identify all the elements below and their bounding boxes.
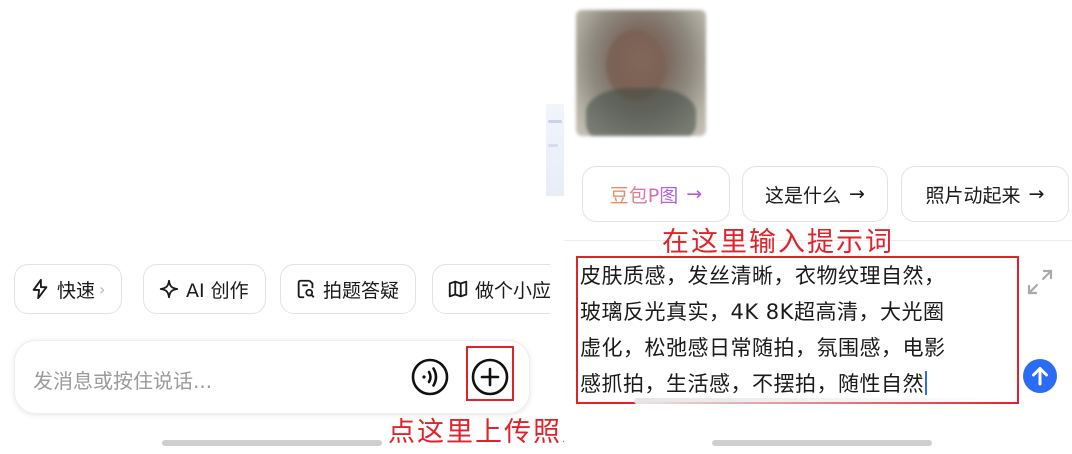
arrow-right-icon: →	[686, 183, 703, 205]
voice-call-button[interactable]	[410, 357, 450, 397]
right-chat-panel: 豆包P图 → 这是什么 → 照片动起来 → 在这里输入提示词 皮肤质感，发丝清晰…	[564, 0, 1072, 454]
sparkle-icon	[158, 278, 180, 300]
send-arrow-up-icon	[1023, 359, 1057, 393]
scan-doc-icon	[295, 278, 317, 300]
lightning-icon	[29, 278, 51, 300]
voice-wave-icon	[411, 358, 449, 396]
suggestion-animate-photo[interactable]: 照片动起来 →	[901, 166, 1069, 222]
chip-mini-app-label: 做个小应	[475, 279, 550, 302]
message-input-box[interactable]: 发消息或按住说话...	[14, 340, 530, 414]
expand-icon	[1027, 269, 1053, 295]
uploaded-photo-thumbnail[interactable]	[576, 10, 706, 136]
hidden-chip-row	[634, 398, 1014, 404]
expand-input-button[interactable]	[1024, 266, 1056, 298]
suggestion-what-is-this[interactable]: 这是什么 →	[742, 166, 888, 222]
chip-ai-create-label: AI 创作	[186, 279, 249, 302]
chevron-right-icon: ›	[99, 279, 106, 299]
arrow-right-icon: →	[849, 183, 865, 205]
chip-fast-label: 快速	[57, 279, 96, 302]
suggestion-doubao-p-image[interactable]: 豆包P图 →	[582, 166, 730, 222]
background-card-sliver	[546, 104, 566, 196]
suggestion-animate-photo-label: 照片动起来	[925, 184, 1021, 207]
arrow-right-icon: →	[1028, 183, 1045, 205]
upload-highlight-box	[466, 346, 514, 401]
chip-fast[interactable]: 快速 ›	[14, 264, 123, 314]
quick-action-chips: 快速 › AI 创作 拍题答疑 做个小应	[14, 264, 550, 318]
chip-mini-app[interactable]: 做个小应	[432, 264, 550, 314]
prompt-highlight-box	[576, 256, 1019, 404]
send-button[interactable]	[1022, 358, 1058, 394]
home-indicator	[162, 440, 382, 446]
map-icon	[447, 278, 469, 300]
upload-annotation: 点这里上传照片	[388, 417, 591, 448]
chip-photo-question[interactable]: 拍题答疑	[280, 264, 417, 314]
suggestion-what-is-this-label: 这是什么	[765, 184, 842, 207]
chip-ai-create[interactable]: AI 创作	[143, 264, 266, 314]
message-input-placeholder[interactable]: 发消息或按住说话...	[33, 365, 212, 394]
prompt-annotation: 在这里输入提示词	[662, 227, 894, 258]
chip-photo-question-label: 拍题答疑	[323, 279, 400, 302]
suggestion-doubao-p-image-label: 豆包P图	[610, 181, 678, 208]
left-chat-panel: 快速 › AI 创作 拍题答疑 做个小应 发消息或按住说话... 点这里上传照片	[0, 0, 589, 454]
home-indicator	[712, 440, 932, 446]
